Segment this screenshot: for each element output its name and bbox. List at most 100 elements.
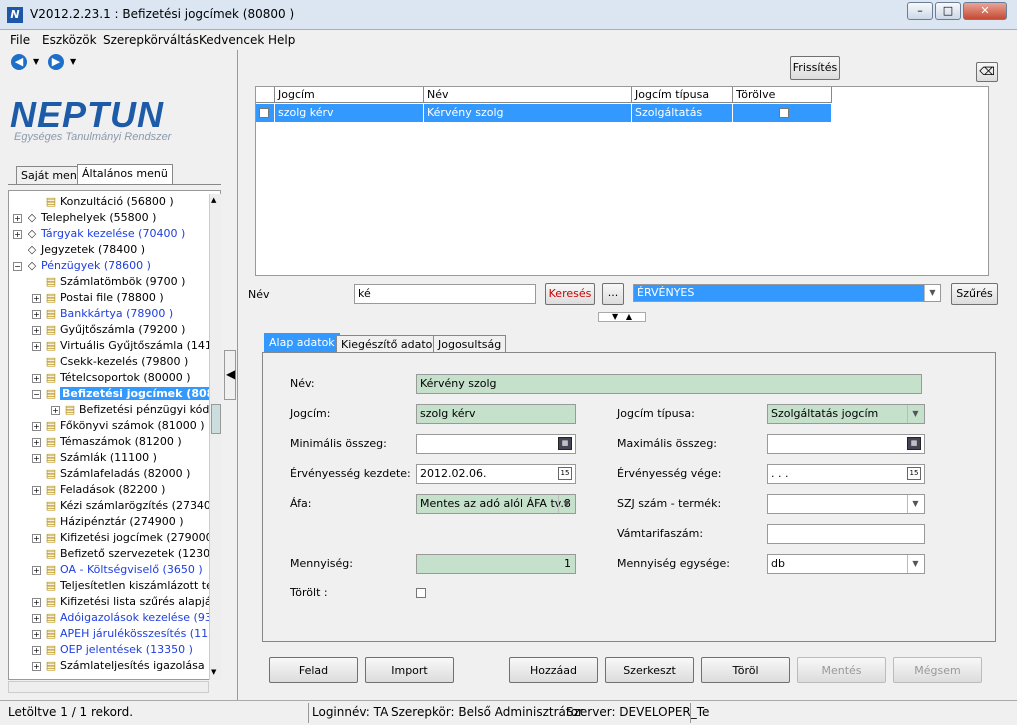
filter-button[interactable]: Szűrés [951, 283, 998, 305]
edit-button[interactable]: Szerkeszt [605, 657, 694, 683]
expand-icon[interactable]: + [13, 213, 22, 223]
menu-kedvencek[interactable]: Kedvencek [199, 33, 264, 47]
menny-field[interactable]: 1 [416, 554, 576, 574]
tree-item[interactable]: + ▤ OEP jelentések (13350 ) [32, 642, 193, 658]
delete-button[interactable]: Töröl [701, 657, 790, 683]
tree-item[interactable]: ▤ Csekk-kezelés (79800 ) [32, 354, 189, 370]
expand-icon[interactable]: + [32, 597, 41, 607]
szj-select[interactable] [767, 494, 925, 514]
menu-file[interactable]: File [10, 33, 30, 47]
tipus-dropdown-icon[interactable]: ▼ [907, 405, 923, 423]
min-amount-field[interactable] [416, 434, 576, 454]
save-button[interactable]: Mentés [797, 657, 886, 683]
tree-item[interactable]: ▤ Kézi számlarögzítés (273400 [32, 498, 218, 514]
afa-select[interactable]: Mentes az adó alól ÁFA tv.8 [416, 494, 576, 514]
status-select[interactable]: ÉRVÉNYES [633, 284, 941, 302]
tree-item[interactable]: − ◇ Pénzügyek (78600 ) [13, 258, 151, 274]
back-arrow-icon[interactable]: ◀ [11, 54, 27, 70]
tab-jogosultsag[interactable]: Jogosultság [433, 335, 507, 353]
minimize-button[interactable]: – [907, 2, 933, 20]
tree-item[interactable]: − ▤ Befizetési jogcímek (808 [32, 386, 217, 402]
expand-icon[interactable]: + [32, 373, 41, 383]
forward-dropdown-icon[interactable]: ▼ [70, 57, 76, 66]
grid-header-nev[interactable]: Név [424, 87, 632, 103]
tree-item[interactable]: + ▤ Feladások (82200 ) [32, 482, 165, 498]
back-dropdown-icon[interactable]: ▼ [33, 57, 39, 66]
tree-item[interactable]: + ▤ Témaszámok (81200 ) [32, 434, 182, 450]
tree-item[interactable]: + ▤ Főkönyvi számok (81000 ) [32, 418, 205, 434]
afa-dropdown-icon[interactable]: ▼ [558, 495, 574, 513]
kezdete-field[interactable]: 2012.02.06. [416, 464, 576, 484]
close-button[interactable]: ✕ [963, 2, 1007, 20]
collapse-sidebar-button[interactable]: ◀ [224, 350, 236, 400]
more-button[interactable]: ... [602, 283, 624, 305]
calendar-icon[interactable]: 15 [558, 467, 572, 480]
menu-szerepkorvaltas[interactable]: Szerepkörváltás [103, 33, 199, 47]
tree-item[interactable]: + ▤ Virtuális Gyűjtőszámla (14150 [32, 338, 220, 354]
tree-item[interactable]: + ▤ Számlateljesítés igazolása (15 [32, 658, 220, 674]
torolt-checkbox[interactable] [416, 586, 426, 599]
vam-field[interactable] [767, 524, 925, 544]
szj-dropdown-icon[interactable]: ▼ [907, 495, 923, 513]
tree-item[interactable]: ▤ Számlatömbök (9700 ) [32, 274, 186, 290]
tipus-select[interactable]: Szolgáltatás jogcím [767, 404, 925, 424]
tree-item[interactable]: ◇ Jegyzetek (78400 ) [13, 242, 145, 258]
tree-scroll-thumb[interactable] [211, 404, 221, 434]
expand-icon[interactable]: + [13, 229, 22, 239]
tree-scrollbar[interactable]: ▲ ▼ [209, 194, 221, 680]
status-dropdown-icon[interactable]: ▼ [924, 285, 940, 301]
expand-icon[interactable]: + [32, 437, 41, 447]
eraser-icon[interactable]: ⌫ [976, 62, 998, 82]
tree-item[interactable]: + ▤ Kifizetési lista szűrés alapján ( [32, 594, 220, 610]
tree-item[interactable]: + ◇ Tárgyak kezelése (70400 ) [13, 226, 185, 242]
search-button[interactable]: Keresés [545, 283, 595, 305]
expand-icon[interactable]: + [32, 325, 41, 335]
expand-icon[interactable]: + [51, 405, 60, 415]
expand-icon[interactable]: + [32, 629, 41, 639]
tree-item[interactable]: + ▤ Postai file (78800 ) [32, 290, 164, 306]
menu-help[interactable]: Help [268, 33, 295, 47]
menu-eszkozok[interactable]: Eszközök [42, 33, 97, 47]
expand-icon[interactable]: + [32, 341, 41, 351]
tree-item[interactable]: + ▤ Bankkártya (78900 ) [32, 306, 173, 322]
tree-item[interactable]: + ▤ Tételcsoportok (80000 ) [32, 370, 190, 386]
expand-icon[interactable]: + [32, 533, 41, 543]
refresh-button[interactable]: Frissítés [790, 56, 840, 80]
felad-button[interactable]: Felad [269, 657, 358, 683]
tree-item[interactable]: + ▤ Befizetési pénzügyi kódok [51, 402, 220, 418]
grid-cell-nev[interactable]: Kérvény szolg [424, 104, 632, 122]
tree-item[interactable]: + ▤ Kifizetési jogcímek (279000 ) [32, 530, 220, 546]
grid-cell-jogcim[interactable]: szolg kérv [275, 104, 424, 122]
import-button[interactable]: Import [365, 657, 454, 683]
egyseg-select[interactable]: db [767, 554, 925, 574]
expand-icon[interactable]: + [32, 661, 41, 671]
tree-item[interactable]: + ◇ Telephelyek (55800 ) [13, 210, 156, 226]
tree-item[interactable]: ▤ Konzultáció (56800 ) [32, 194, 174, 210]
tree-scroll-up-icon[interactable]: ▲ [211, 196, 216, 204]
nev-field[interactable]: Kérvény szolg [416, 374, 922, 394]
tree-item[interactable]: ▤ Számlafeladás (82000 ) [32, 466, 191, 482]
tree-scroll-down-icon[interactable]: ▼ [211, 668, 216, 676]
vege-field[interactable]: . . . [767, 464, 925, 484]
calendar-icon-vege[interactable]: 15 [907, 467, 921, 480]
egyseg-dropdown-icon[interactable]: ▼ [907, 555, 923, 573]
tree-item[interactable]: + ▤ APEH járulékösszesítés (112( [32, 626, 219, 642]
splitter-arrows-icon[interactable]: ▼ ▲ [598, 312, 646, 322]
collapse-icon[interactable]: − [13, 261, 22, 271]
grid-cell-torolve[interactable] [733, 104, 832, 122]
grid-header-jogcim[interactable]: Jogcím [275, 87, 424, 103]
tree-hscrollbar[interactable] [8, 681, 209, 693]
expand-icon[interactable]: + [32, 293, 41, 303]
expand-icon[interactable]: + [32, 309, 41, 319]
grid-cell-tipus[interactable]: Szolgáltatás jogcím [632, 104, 733, 137]
calculator-icon-max[interactable]: ▦ [907, 437, 921, 450]
tree-item[interactable]: ▤ Befizető szervezetek (12300 [32, 546, 217, 562]
tree-item[interactable]: + ▤ Számlák (11100 ) [32, 450, 157, 466]
tree-item[interactable]: ▤ Teljesítetlen kiszámlázott téte [32, 578, 220, 594]
expand-icon[interactable]: + [32, 485, 41, 495]
tab-alap-adatok[interactable]: Alap adatok [264, 333, 340, 353]
max-amount-field[interactable] [767, 434, 925, 454]
jogcim-field[interactable]: szolg kérv [416, 404, 576, 424]
cancel-button[interactable]: Mégsem [893, 657, 982, 683]
tab-altalanos-menu[interactable]: Általános menü [77, 164, 173, 184]
